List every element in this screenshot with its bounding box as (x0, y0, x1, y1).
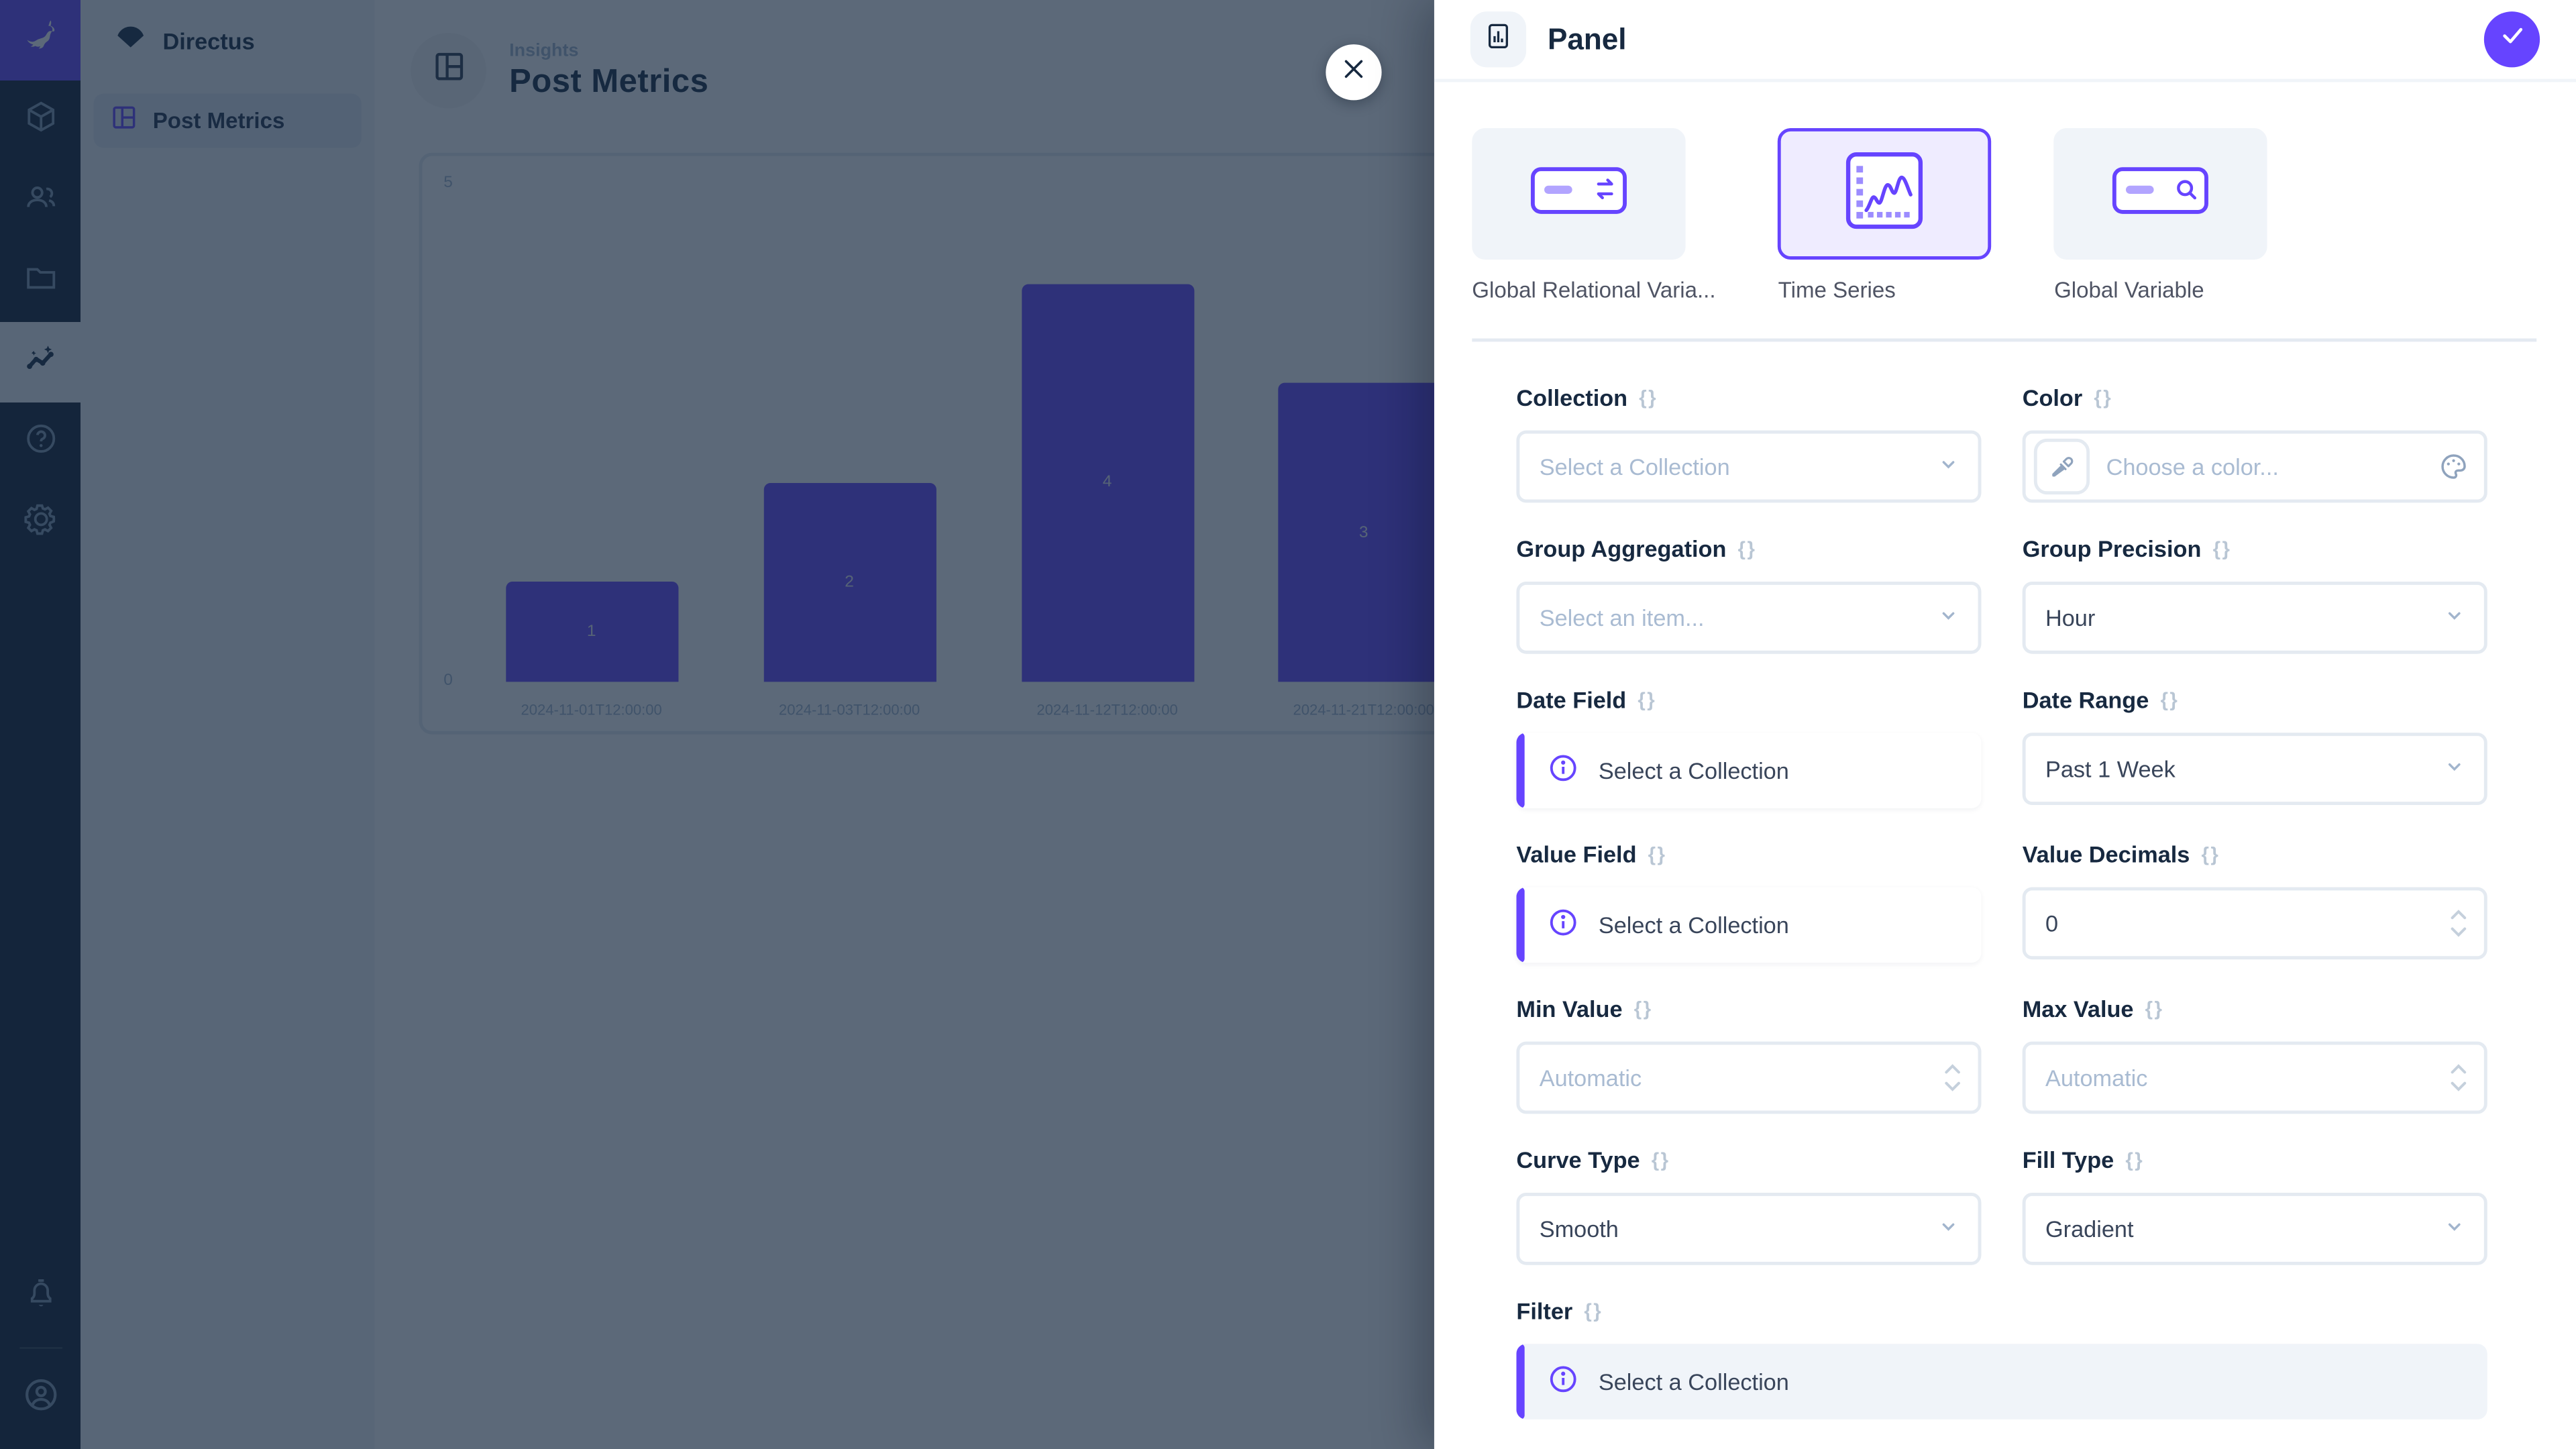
panel-type-label: Global Variable (2054, 278, 2267, 303)
raw-value-icon[interactable]: {} (1648, 843, 1667, 865)
date-field-notice: Select a Collection (1516, 733, 1981, 808)
raw-value-icon[interactable]: {} (2160, 688, 2179, 711)
chevron-down-icon (2443, 1215, 2466, 1243)
field-collection: Collection {} Select a Collection (1516, 384, 1981, 502)
field-label: Max Value (2023, 996, 2134, 1022)
palette-icon[interactable] (2438, 451, 2469, 482)
field-label: Date Range (2023, 687, 2149, 713)
raw-value-icon[interactable]: {} (1634, 998, 1653, 1020)
raw-value-icon[interactable]: {} (1639, 386, 1658, 409)
raw-value-icon[interactable]: {} (2213, 537, 2232, 560)
min-value-input[interactable]: Automatic (1516, 1042, 1981, 1114)
number-stepper[interactable] (2448, 1062, 2469, 1093)
field-date-field: Date Field {} Select a Collection (1516, 687, 1981, 808)
chevron-down-icon (1937, 604, 1960, 632)
insert-chart-icon (1483, 21, 1513, 58)
info-icon (1548, 753, 1579, 789)
chevron-down-icon (2443, 604, 2466, 632)
raw-value-icon[interactable]: {} (1638, 688, 1656, 711)
panel-type-label: Global Relational Varia... (1472, 278, 1715, 303)
eyedropper-button[interactable] (2034, 439, 2090, 494)
time-series-icon (1839, 144, 1931, 244)
field-label: Curve Type (1516, 1146, 1640, 1173)
field-label: Date Field (1516, 687, 1626, 713)
field-label: Filter (1516, 1298, 1572, 1324)
info-icon (1548, 1364, 1579, 1400)
field-label: Group Precision (2023, 535, 2202, 561)
drawer-header: Panel (1434, 0, 2576, 82)
panel-type-global-variable[interactable] (2054, 128, 2267, 260)
field-label: Group Aggregation (1516, 535, 1726, 561)
chevron-down-icon (1937, 453, 1960, 481)
field-label: Min Value (1516, 996, 1622, 1022)
field-label: Color (2023, 384, 2083, 411)
field-label: Value Field (1516, 841, 1636, 867)
raw-value-icon[interactable]: {} (2202, 843, 2220, 865)
chevron-down-icon (1937, 1215, 1960, 1243)
save-button[interactable] (2484, 11, 2540, 67)
close-icon (1340, 55, 1366, 89)
field-color: Color {} Choose a color... (2023, 384, 2487, 502)
field-date-range: Date Range {} Past 1 Week (2023, 687, 2487, 808)
info-icon (1548, 907, 1579, 943)
panel-options-form: Collection {} Select a Collection Color {}… (1434, 341, 2576, 1449)
chevron-down-icon (2443, 755, 2466, 783)
panel-icon-button (1470, 11, 1526, 67)
modal-overlay[interactable] (0, 0, 1434, 1449)
field-label: Collection (1516, 384, 1627, 411)
panel-type-time-series[interactable] (1778, 128, 1992, 260)
field-fill-type: Fill Type {} Gradient (2023, 1146, 2487, 1265)
panel-type-global-relational-variable[interactable] (1472, 128, 1685, 260)
check-icon (2498, 21, 2526, 58)
collection-select[interactable]: Select a Collection (1516, 431, 1981, 503)
field-label: Value Decimals (2023, 841, 2190, 867)
field-label: Fill Type (2023, 1146, 2114, 1173)
field-value-field: Value Field {} Select a Collection (1516, 841, 1981, 963)
group-precision-select[interactable]: Hour (2023, 582, 2487, 654)
global-variable-icon (2110, 160, 2212, 227)
fill-type-select[interactable]: Gradient (2023, 1193, 2487, 1265)
field-min-value: Min Value {} Automatic (1516, 996, 1981, 1114)
raw-value-icon[interactable]: {} (2145, 998, 2164, 1020)
number-stepper[interactable] (1942, 1062, 1964, 1093)
raw-value-icon[interactable]: {} (2125, 1148, 2144, 1171)
field-max-value: Max Value {} Automatic (2023, 996, 2487, 1114)
panel-type-list: Global Relational Varia... Time Series G… (1434, 82, 2576, 302)
group-aggregation-select[interactable]: Select an item... (1516, 582, 1981, 654)
field-filter: Filter {} Select a Collection (1516, 1298, 2487, 1419)
field-curve-type: Curve Type {} Smooth (1516, 1146, 1981, 1265)
raw-value-icon[interactable]: {} (2094, 386, 2112, 409)
max-value-input[interactable]: Automatic (2023, 1042, 2487, 1114)
number-stepper[interactable] (2448, 908, 2469, 939)
field-group-aggregation: Group Aggregation {} Select an item... (1516, 535, 1981, 653)
value-field-notice: Select a Collection (1516, 887, 1981, 963)
raw-value-icon[interactable]: {} (1652, 1148, 1670, 1171)
panel-type-label: Time Series (1778, 278, 1992, 303)
date-range-select[interactable]: Past 1 Week (2023, 733, 2487, 805)
value-decimals-input[interactable]: 0 (2023, 887, 2487, 959)
raw-value-icon[interactable]: {} (1738, 537, 1757, 560)
raw-value-icon[interactable]: {} (1584, 1299, 1603, 1322)
relational-variable-icon (1528, 160, 1630, 227)
color-input[interactable]: Choose a color... (2023, 431, 2487, 503)
field-value-decimals: Value Decimals {} 0 (2023, 841, 2487, 963)
panel-drawer: Panel Global Relational Varia... (1434, 0, 2576, 1449)
curve-type-select[interactable]: Smooth (1516, 1193, 1981, 1265)
drawer-title: Panel (1548, 22, 1627, 56)
field-group-precision: Group Precision {} Hour (2023, 535, 2487, 653)
filter-notice: Select a Collection (1516, 1344, 2487, 1419)
close-button[interactable] (1326, 44, 1381, 100)
app-window: Directus Post Metrics Insights Post Metr… (0, 0, 2576, 1449)
